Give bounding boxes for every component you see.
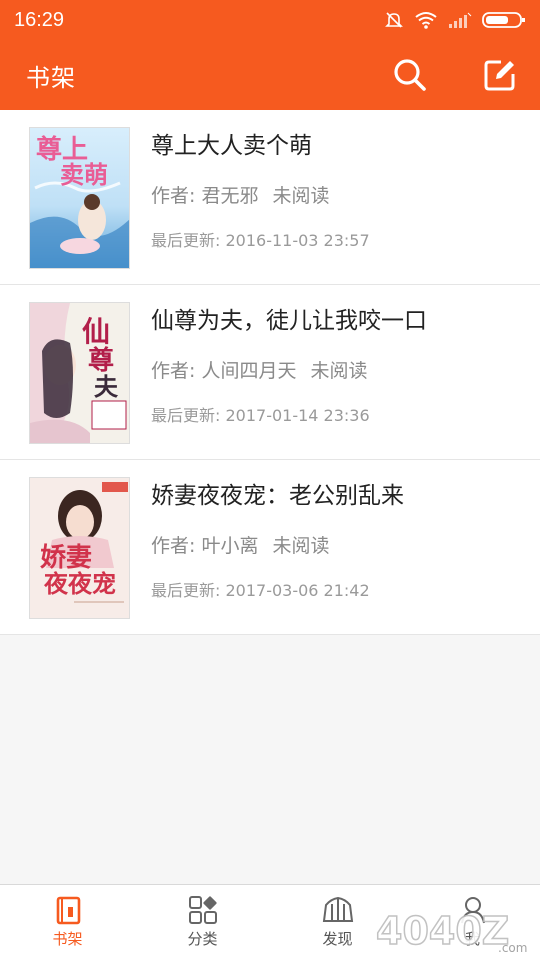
nav-label: 我 — [464, 930, 480, 948]
book-item[interactable]: 娇妻 夜夜宠 娇妻夜夜宠：老公别乱来 作者: 叶小离 未阅读 最后更新: 2017… — [0, 460, 540, 635]
book-author: 作者: 叶小离 — [151, 535, 259, 557]
book-cover: 娇妻 夜夜宠 — [29, 477, 130, 619]
book-item[interactable]: 尊上 卖萌 尊上大人卖个萌 作者: 君无邪 未阅读 最后更新: 2016-11-0… — [0, 110, 540, 285]
nav-profile[interactable]: 我 — [405, 885, 540, 960]
svg-text:仙: 仙 — [82, 315, 110, 348]
page-title: 书架 — [26, 63, 76, 92]
book-info: 娇妻夜夜宠：老公别乱来 作者: 叶小离 未阅读 最后更新: 2017-03-06 … — [151, 477, 404, 603]
book-meta: 作者: 君无邪 未阅读 — [151, 182, 370, 210]
book-author: 作者: 君无邪 — [151, 185, 259, 207]
nav-label: 书架 — [52, 930, 83, 948]
nav-label: 发现 — [322, 930, 353, 948]
book-cover: 尊上 卖萌 — [29, 127, 130, 269]
book-info: 尊上大人卖个萌 作者: 君无邪 未阅读 最后更新: 2016-11-03 23:5… — [151, 127, 370, 253]
book-last-updated: 最后更新: 2016-11-03 23:57 — [151, 231, 370, 250]
book-info: 仙尊为夫，徒儿让我咬一口 作者: 人间四月天 未阅读 最后更新: 2017-01-… — [151, 302, 427, 428]
notification-muted-icon — [384, 10, 404, 30]
wifi-icon — [414, 10, 438, 30]
edit-icon — [484, 60, 515, 91]
nav-category[interactable]: 分类 — [135, 885, 270, 960]
bookshelf-icon — [56, 896, 80, 925]
book-title: 仙尊为夫，徒儿让我咬一口 — [151, 308, 427, 334]
nav-label: 分类 — [187, 930, 218, 948]
discover-icon — [322, 896, 353, 922]
book-list: 尊上 卖萌 尊上大人卖个萌 作者: 君无邪 未阅读 最后更新: 2016-11-0… — [0, 110, 540, 635]
book-title: 娇妻夜夜宠：老公别乱来 — [151, 483, 404, 509]
book-author: 作者: 人间四月天 — [151, 360, 297, 382]
nav-bookshelf[interactable]: 书架 — [0, 885, 135, 960]
read-status: 未阅读 — [272, 535, 330, 557]
battery-icon — [482, 10, 526, 30]
book-meta: 作者: 叶小离 未阅读 — [151, 532, 404, 560]
status-icons — [384, 10, 526, 30]
profile-icon — [460, 897, 485, 924]
search-icon — [394, 59, 426, 91]
book-item[interactable]: 仙 尊 夫 仙尊为夫，徒儿让我咬一口 作者: 人间四月天 未阅读 最后更新: 20… — [0, 285, 540, 460]
book-title: 尊上大人卖个萌 — [151, 133, 312, 159]
svg-text:卖萌: 卖萌 — [60, 161, 108, 189]
book-meta: 作者: 人间四月天 未阅读 — [151, 357, 427, 385]
nav-discover[interactable]: 发现 — [270, 885, 405, 960]
read-status: 未阅读 — [310, 360, 368, 382]
read-status: 未阅读 — [272, 185, 330, 207]
bottom-nav: 书架 分类 发现 我 — [0, 884, 540, 960]
svg-text:夜夜宠: 夜夜宠 — [43, 569, 116, 598]
book-last-updated: 最后更新: 2017-03-06 21:42 — [151, 581, 370, 600]
status-time: 16:29 — [14, 8, 65, 31]
search-button[interactable] — [392, 57, 428, 93]
app-bar: 书架 — [0, 40, 540, 110]
signal-icon — [448, 11, 472, 29]
svg-text:夫: 夫 — [94, 372, 119, 401]
app-actions — [392, 57, 518, 93]
category-icon — [188, 896, 217, 924]
edit-button[interactable] — [482, 57, 518, 93]
book-cover: 仙 尊 夫 — [29, 302, 130, 444]
status-bar: 16:29 — [0, 0, 540, 40]
book-last-updated: 最后更新: 2017-01-14 23:36 — [151, 406, 370, 425]
